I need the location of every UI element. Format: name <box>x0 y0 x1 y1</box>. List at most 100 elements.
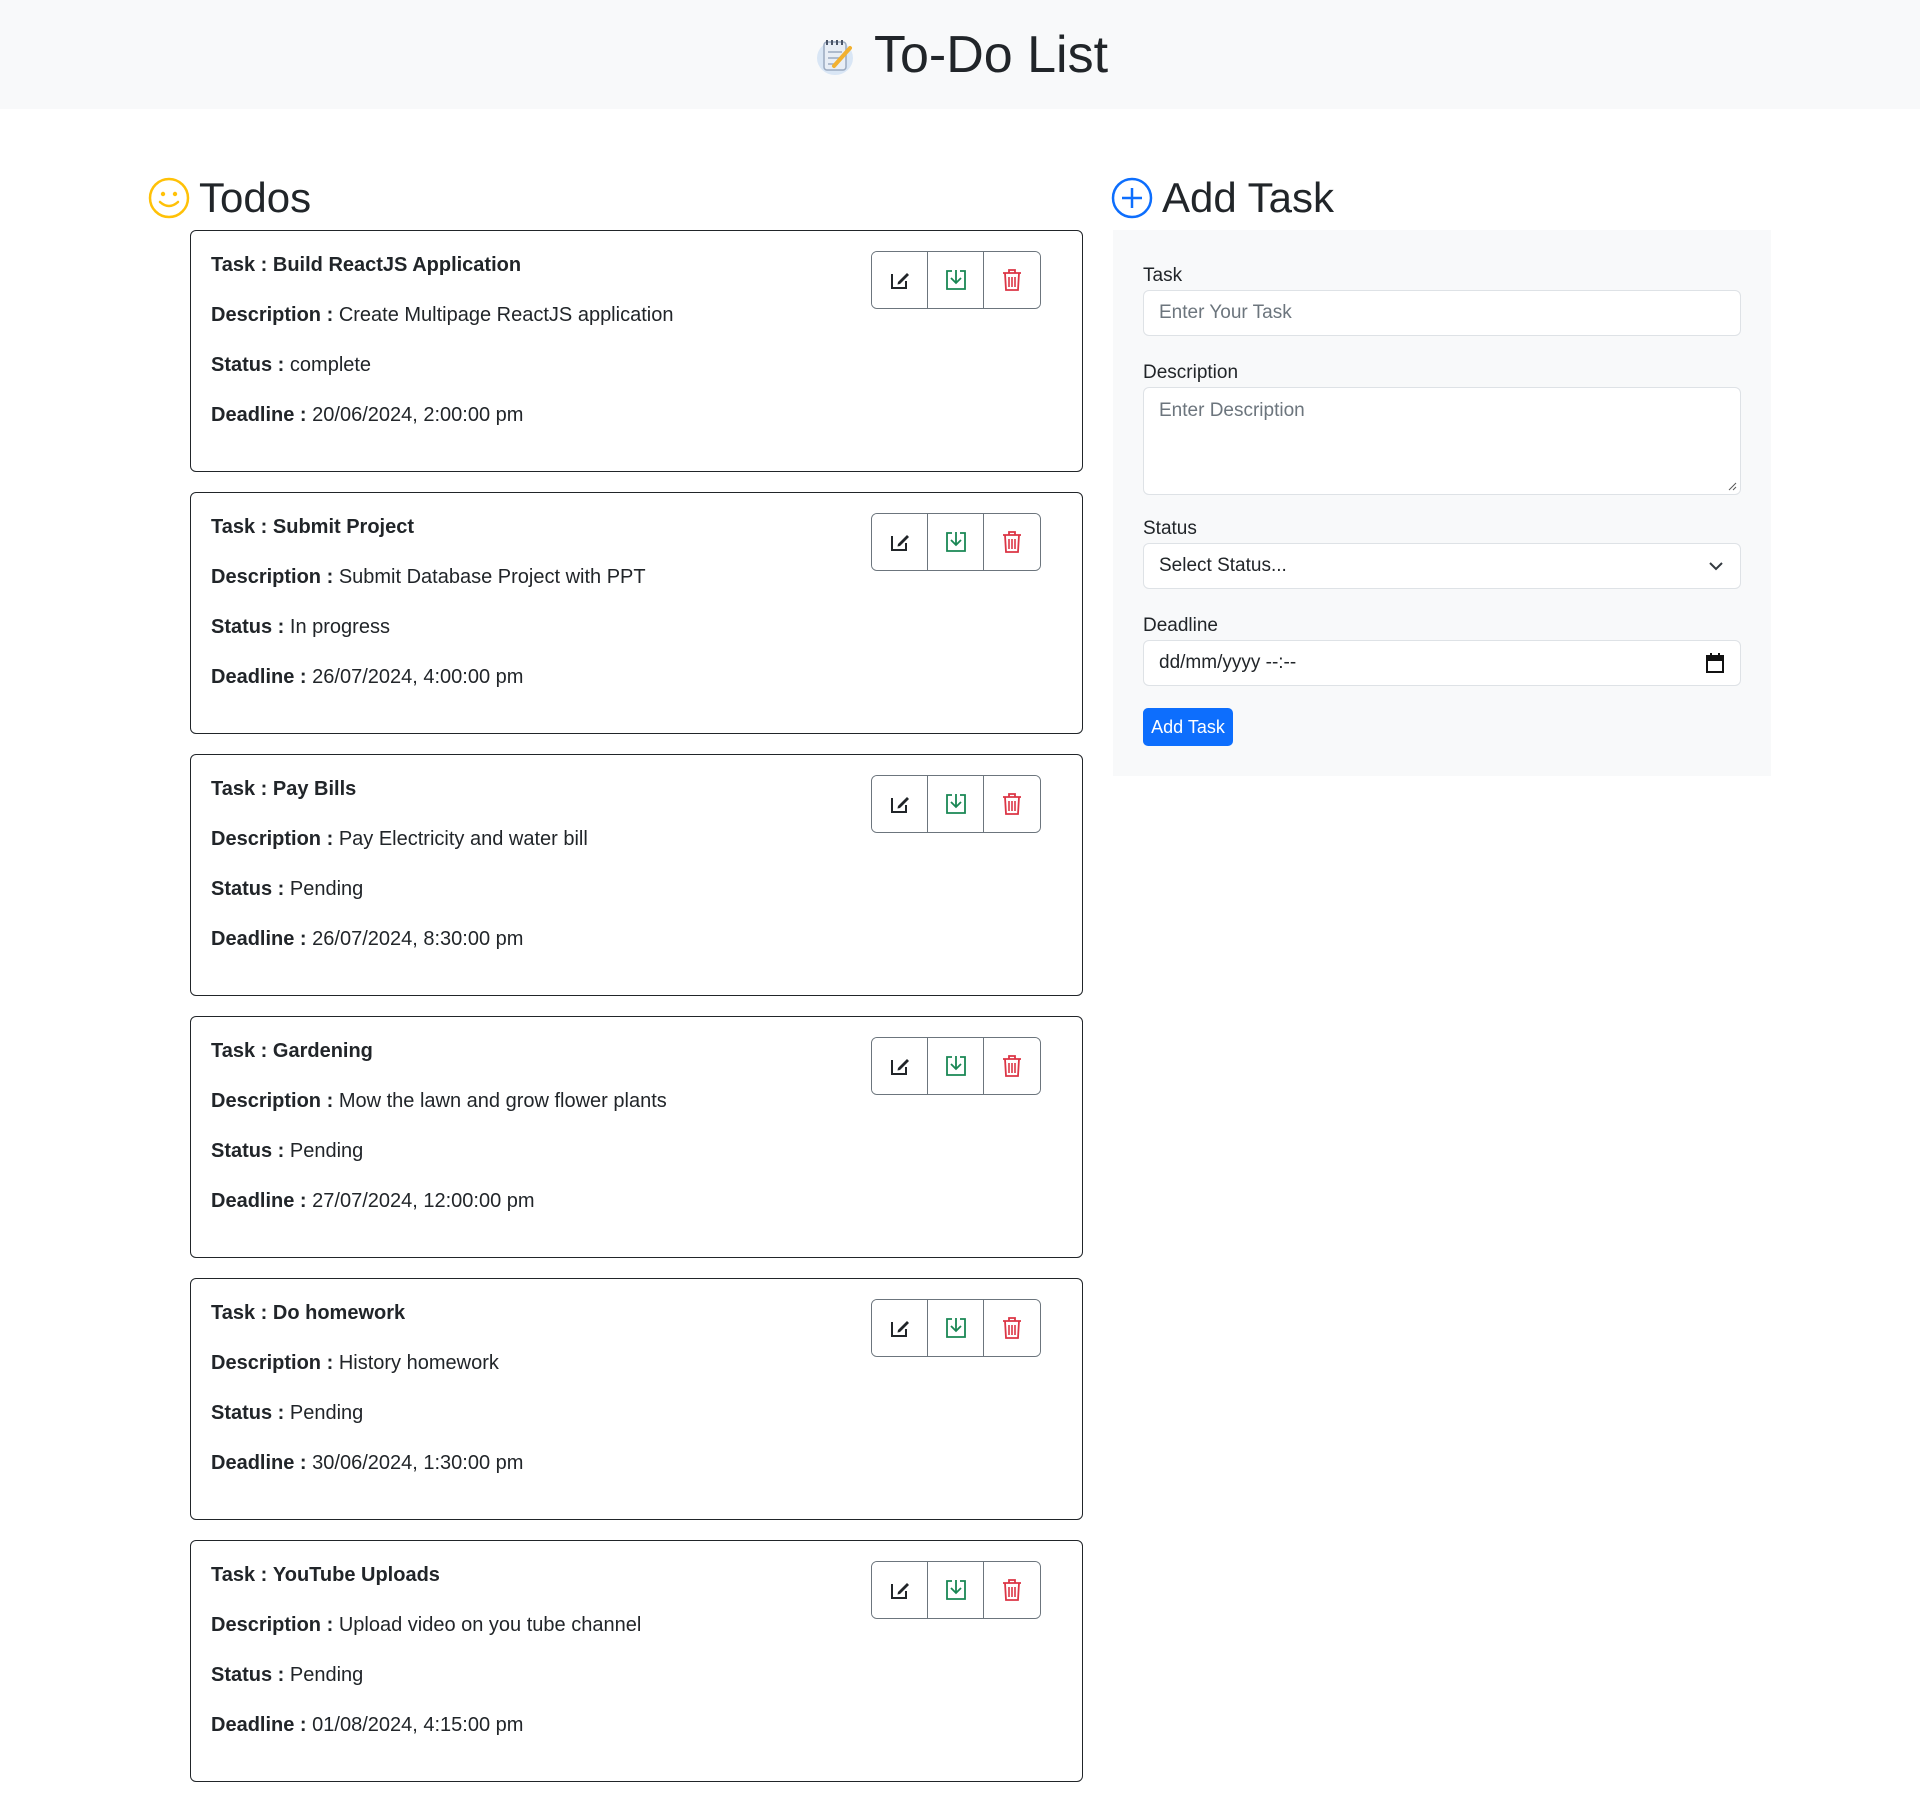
description-label: Description : <box>211 1614 334 1636</box>
status-field-label: Status <box>1143 518 1197 539</box>
todo-card: Task : YouTube Uploads Description : Upl… <box>190 1540 1083 1782</box>
todo-task: Build ReactJS Application <box>272 254 522 276</box>
todos-heading: Todos <box>148 174 311 222</box>
save-button[interactable] <box>928 1038 984 1094</box>
todo-status-line: Status : Pending <box>211 1139 1062 1163</box>
delete-button[interactable] <box>984 1300 1040 1356</box>
todo-card: Task : Build ReactJS Application Descrip… <box>190 230 1083 472</box>
todo-deadline: 26/07/2024, 4:00:00 pm <box>312 666 524 688</box>
delete-button[interactable] <box>984 1562 1040 1618</box>
todo-status-line: Status : Pending <box>211 1401 1062 1425</box>
trash-icon <box>1003 793 1021 815</box>
todo-description: Upload video on you tube channel <box>338 1614 642 1636</box>
edit-button[interactable] <box>872 514 928 570</box>
description-placeholder: Enter Description <box>1159 400 1305 421</box>
todo-task: YouTube Uploads <box>272 1564 440 1586</box>
todo-deadline: 27/07/2024, 12:00:00 pm <box>312 1190 535 1212</box>
edit-icon <box>890 1583 909 1599</box>
todo-status-line: Status : Pending <box>211 877 1062 901</box>
todo-status-line: Status : complete <box>211 353 1062 377</box>
deadline-label: Deadline : <box>211 1190 307 1212</box>
todo-status: Pending <box>289 1402 364 1424</box>
todo-status: Pending <box>289 878 364 900</box>
deadline-label: Deadline : <box>211 666 307 688</box>
status-label: Status : <box>211 1664 285 1686</box>
todo-task: Submit Project <box>272 516 415 538</box>
task-input-placeholder: Enter Your Task <box>1159 302 1292 323</box>
todo-deadline-line: Deadline : 20/06/2024, 2:00:00 pm <box>211 403 1062 427</box>
save-button[interactable] <box>928 514 984 570</box>
edit-icon <box>890 535 909 551</box>
todo-status: complete <box>289 354 372 376</box>
delete-button[interactable] <box>984 252 1040 308</box>
edit-button[interactable] <box>872 1038 928 1094</box>
add-task-button[interactable]: Add Task <box>1143 708 1233 746</box>
chevron-down-icon <box>1709 562 1723 571</box>
todo-deadline-line: Deadline : 26/07/2024, 8:30:00 pm <box>211 927 1062 951</box>
save-button[interactable] <box>928 1562 984 1618</box>
edit-button[interactable] <box>872 252 928 308</box>
trash-icon <box>1003 531 1021 553</box>
task-field-label: Task <box>1143 265 1183 286</box>
notepad-icon <box>816 39 853 75</box>
trash-icon <box>1003 1055 1021 1077</box>
todo-deadline: 01/08/2024, 4:15:00 pm <box>312 1714 524 1736</box>
status-select[interactable]: Select Status... <box>1143 543 1741 589</box>
todo-actions <box>871 1037 1041 1095</box>
edit-icon <box>890 273 909 289</box>
task-label: Task : <box>211 516 268 538</box>
deadline-input-value: dd/mm/yyyy --:-- <box>1159 652 1297 673</box>
add-task-title: Add Task <box>1162 174 1334 221</box>
todo-list: Task : Build ReactJS Application Descrip… <box>190 230 1083 1802</box>
todo-actions <box>871 1299 1041 1357</box>
description-label: Description : <box>211 1090 334 1112</box>
status-label: Status : <box>211 354 285 376</box>
todo-status: In progress <box>289 616 390 638</box>
download-icon <box>945 532 966 552</box>
deadline-label: Deadline : <box>211 404 307 426</box>
edit-button[interactable] <box>872 776 928 832</box>
todo-description: Submit Database Project with PPT <box>338 566 646 588</box>
todo-actions <box>871 513 1041 571</box>
trash-icon <box>1003 269 1021 291</box>
todo-status: Pending <box>289 1664 364 1686</box>
todo-description: History homework <box>338 1352 499 1374</box>
add-task-heading: Add Task <box>1111 174 1334 222</box>
todo-description: Create Multipage ReactJS application <box>338 304 674 326</box>
todo-card: Task : Do homework Description : History… <box>190 1278 1083 1520</box>
status-label: Status : <box>211 616 285 638</box>
download-icon <box>945 1318 966 1338</box>
task-label: Task : <box>211 1564 268 1586</box>
delete-button[interactable] <box>984 514 1040 570</box>
edit-button[interactable] <box>872 1300 928 1356</box>
delete-button[interactable] <box>984 776 1040 832</box>
save-button[interactable] <box>928 776 984 832</box>
todo-status-line: Status : In progress <box>211 615 1062 639</box>
task-label: Task : <box>211 1302 268 1324</box>
add-task-form: Task Enter Your Task Description Enter D… <box>1113 230 1771 776</box>
todo-deadline: 30/06/2024, 1:30:00 pm <box>312 1452 524 1474</box>
description-field-label: Description <box>1143 362 1239 383</box>
save-button[interactable] <box>928 252 984 308</box>
description-label: Description : <box>211 304 334 326</box>
todo-task: Gardening <box>272 1040 373 1062</box>
todo-description: Pay Electricity and water bill <box>338 828 588 850</box>
task-input[interactable]: Enter Your Task <box>1143 290 1741 336</box>
description-label: Description : <box>211 828 334 850</box>
edit-icon <box>890 797 909 813</box>
todo-description: Mow the lawn and grow flower plants <box>338 1090 667 1112</box>
deadline-field-label: Deadline <box>1143 615 1218 636</box>
save-button[interactable] <box>928 1300 984 1356</box>
edit-button[interactable] <box>872 1562 928 1618</box>
todo-card: Task : Pay Bills Description : Pay Elect… <box>190 754 1083 996</box>
status-select-value: Select Status... <box>1159 555 1287 576</box>
deadline-input[interactable]: dd/mm/yyyy --:-- <box>1143 640 1741 686</box>
smiley-icon <box>148 177 190 219</box>
delete-button[interactable] <box>984 1038 1040 1094</box>
description-textarea[interactable]: Enter Description <box>1143 387 1741 495</box>
resize-handle-icon[interactable] <box>1727 481 1737 491</box>
calendar-icon[interactable] <box>1706 653 1724 673</box>
description-label: Description : <box>211 566 334 588</box>
status-label: Status : <box>211 878 285 900</box>
todos-title: Todos <box>199 174 312 221</box>
